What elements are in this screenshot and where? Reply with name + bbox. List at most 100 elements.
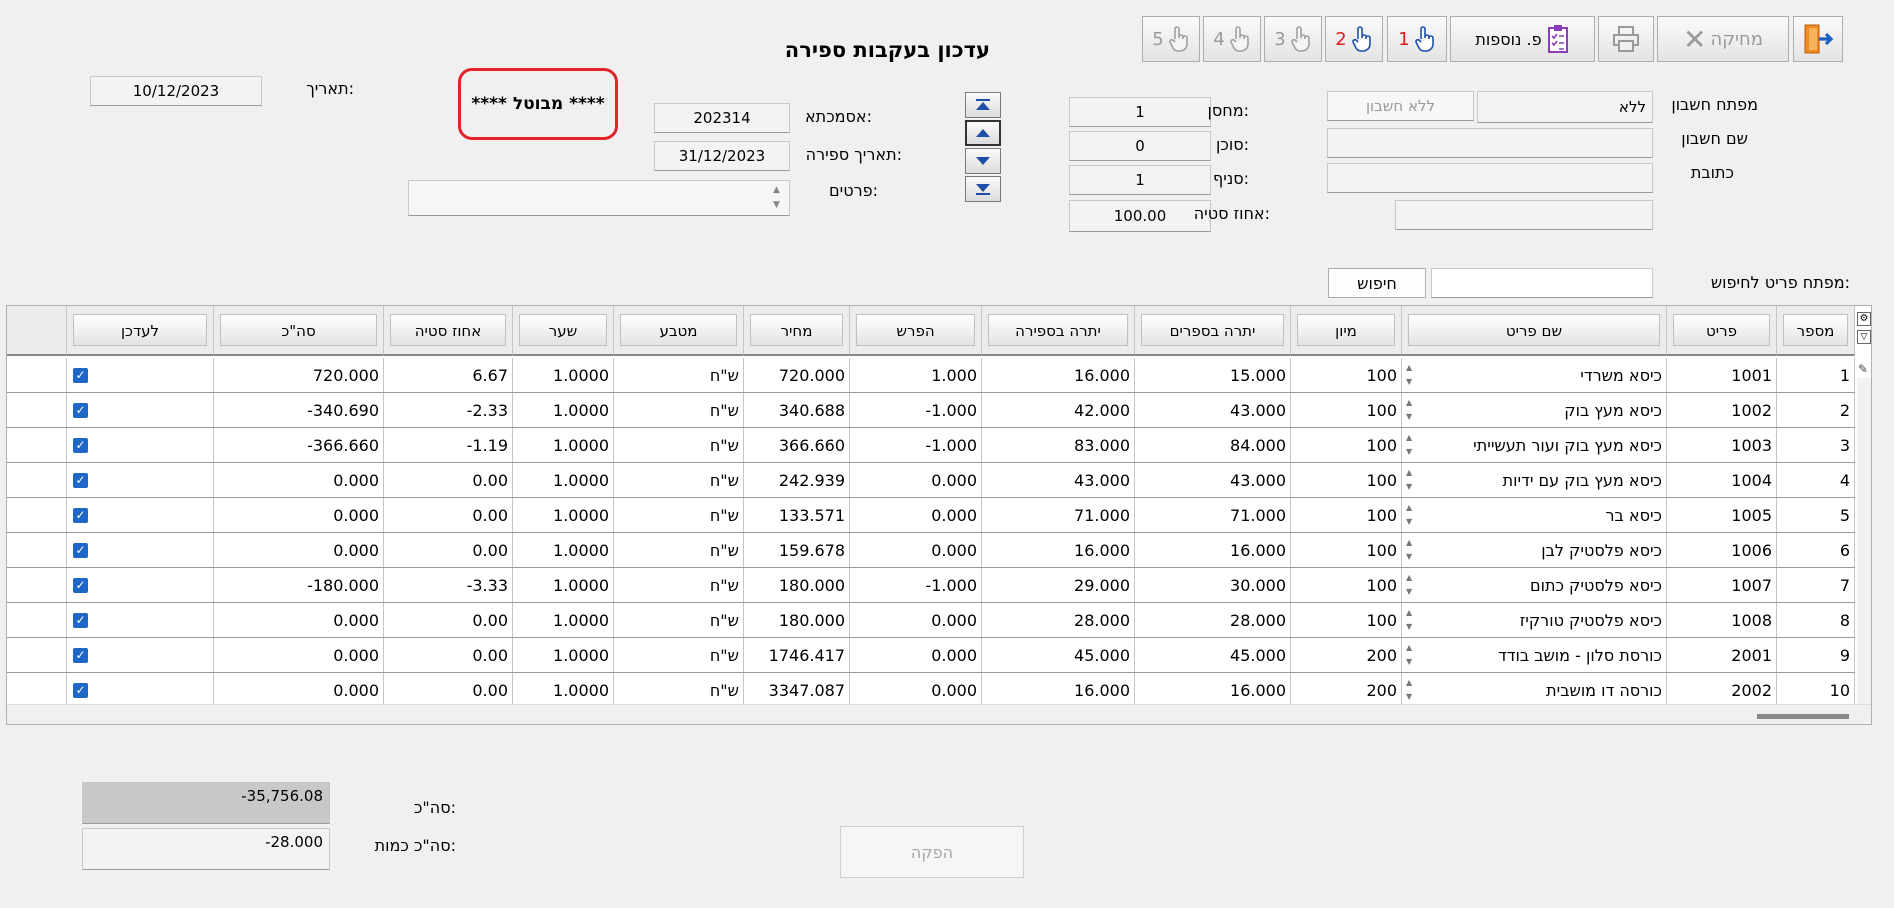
table-row[interactable]: 5 1005 כיסא בר ▲ ▼ 100 71.000 71.000 0.000 133.57… <box>7 498 1855 533</box>
cell-deviation[interactable]: 0.00 <box>384 498 513 532</box>
cell-sort[interactable]: 100 <box>1291 603 1402 637</box>
agent-field[interactable]: 0 <box>1069 131 1211 161</box>
cell-spin-arrows-icon[interactable]: ▲ ▼ <box>1406 361 1412 389</box>
cell-book-balance[interactable]: 43.000 <box>1135 393 1291 427</box>
table-row[interactable]: 6 1006 כיסא פלסטיק לבן ▲ ▼ 100 16.000 16.000 0.0… <box>7 533 1855 568</box>
produce-button[interactable]: הפקה <box>840 826 1024 878</box>
search-button[interactable]: חיפוש <box>1328 268 1426 298</box>
cell-total[interactable]: 0.000 <box>214 498 384 532</box>
cell-sort[interactable]: 100 <box>1291 463 1402 497</box>
table-row[interactable]: 2 1002 כיסא מעץ בוק ▲ ▼ 100 43.000 42.000 -1.000… <box>7 393 1855 428</box>
cell-total[interactable]: 0.000 <box>214 533 384 567</box>
cell-currency[interactable]: ש"ח <box>614 498 744 532</box>
cell-total[interactable]: -180.000 <box>214 568 384 602</box>
col-header-rate[interactable]: שער <box>513 306 614 356</box>
cell-price[interactable]: 180.000 <box>744 568 850 602</box>
cell-spin-arrows-icon[interactable]: ▲ ▼ <box>1406 466 1412 494</box>
table-row[interactable]: 7 1007 כיסא פלסטיק כתום ▲ ▼ 100 30.000 29.000 -1… <box>7 568 1855 603</box>
table-row[interactable]: 10 2002 כורסה דו מושבית ▲ ▼ 200 16.000 16.000 0.… <box>7 673 1855 708</box>
cell-difference[interactable]: -1.000 <box>850 568 982 602</box>
branch-field[interactable]: 1 <box>1069 165 1211 195</box>
horizontal-scroll-thumb[interactable] <box>1757 714 1849 719</box>
cell-difference[interactable]: -1.000 <box>850 428 982 462</box>
cell-number[interactable]: 8 <box>1777 603 1855 637</box>
cell-item-name[interactable]: כיסא מעץ בוק ועור תעשייתי ▲ ▼ <box>1402 428 1667 462</box>
cell-price[interactable]: 366.660 <box>744 428 850 462</box>
cell-item-name[interactable]: כיסא פלסטיק כתום ▲ ▼ <box>1402 568 1667 602</box>
cell-item-name[interactable]: כיסא פלסטיק טורקיז ▲ ▼ <box>1402 603 1667 637</box>
col-header-total[interactable]: סה"כ <box>214 306 384 356</box>
cell-difference[interactable]: 1.000 <box>850 358 982 392</box>
cell-item-name[interactable]: כיסא פלסטיק לבן ▲ ▼ <box>1402 533 1667 567</box>
cell-currency[interactable]: ש"ח <box>614 568 744 602</box>
item-search-input[interactable] <box>1431 268 1653 298</box>
col-header-item-name[interactable]: שם פריט <box>1402 306 1667 356</box>
col-header-update[interactable]: לעדכן <box>67 306 214 356</box>
cell-spin-arrows-icon[interactable]: ▲ ▼ <box>1406 431 1412 459</box>
cell-difference[interactable]: 0.000 <box>850 603 982 637</box>
cell-count-balance[interactable]: 16.000 <box>982 358 1135 392</box>
cell-rate[interactable]: 1.0000 <box>513 463 614 497</box>
cell-spin-arrows-icon[interactable]: ▲ ▼ <box>1406 501 1412 529</box>
nav-prev-button[interactable] <box>965 120 1001 146</box>
cell-price[interactable]: 340.688 <box>744 393 850 427</box>
cell-currency[interactable]: ש"ח <box>614 428 744 462</box>
update-checkbox[interactable]: ✓ <box>73 612 88 628</box>
cell-currency[interactable]: ש"ח <box>614 358 744 392</box>
cell-rate[interactable]: 1.0000 <box>513 358 614 392</box>
cell-price[interactable]: 242.939 <box>744 463 850 497</box>
cell-deviation[interactable]: 0.00 <box>384 463 513 497</box>
cell-rate[interactable]: 1.0000 <box>513 638 614 672</box>
cell-rate[interactable]: 1.0000 <box>513 568 614 602</box>
cell-rate[interactable]: 1.0000 <box>513 428 614 462</box>
more-functions-button[interactable]: פ. נוספות <box>1450 16 1595 62</box>
cell-deviation[interactable]: -1.19 <box>384 428 513 462</box>
cell-currency[interactable]: ש"ח <box>614 673 744 707</box>
cell-book-balance[interactable]: 15.000 <box>1135 358 1291 392</box>
details-scroll-arrows[interactable]: ▲ ▼ <box>773 183 780 213</box>
cell-spin-arrows-icon[interactable]: ▲ ▼ <box>1406 606 1412 634</box>
cell-item-name[interactable]: כיסא בר ▲ ▼ <box>1402 498 1667 532</box>
cell-price[interactable]: 1746.417 <box>744 638 850 672</box>
cell-total[interactable]: 720.000 <box>214 358 384 392</box>
cell-currency[interactable]: ש"ח <box>614 463 744 497</box>
cell-sort[interactable]: 200 <box>1291 673 1402 707</box>
update-checkbox[interactable]: ✓ <box>73 577 88 593</box>
col-header-price[interactable]: מחיר <box>744 306 850 356</box>
cell-sort[interactable]: 100 <box>1291 568 1402 602</box>
cell-total[interactable]: 0.000 <box>214 673 384 707</box>
cell-book-balance[interactable]: 28.000 <box>1135 603 1291 637</box>
col-header-difference[interactable]: הפרש <box>850 306 982 356</box>
hand-button-5[interactable]: 5 <box>1142 16 1200 62</box>
cell-difference[interactable]: 0.000 <box>850 638 982 672</box>
cell-currency[interactable]: ש"ח <box>614 603 744 637</box>
col-header-sort[interactable]: מיון <box>1291 306 1402 356</box>
cell-number[interactable]: 5 <box>1777 498 1855 532</box>
grid-horizontal-scrollbar[interactable] <box>7 704 1871 724</box>
cell-item[interactable]: 1004 <box>1667 463 1777 497</box>
cell-deviation[interactable]: -3.33 <box>384 568 513 602</box>
hand-button-3[interactable]: 3 <box>1264 16 1322 62</box>
cell-item-name[interactable]: כורסה דו מושבית ▲ ▼ <box>1402 673 1667 707</box>
update-checkbox[interactable]: ✓ <box>73 472 88 488</box>
cell-count-balance[interactable]: 16.000 <box>982 533 1135 567</box>
cell-difference[interactable]: 0.000 <box>850 673 982 707</box>
col-header-currency[interactable]: מטבע <box>614 306 744 356</box>
cell-item-name[interactable]: כיסא מעץ בוק עם ידיות ▲ ▼ <box>1402 463 1667 497</box>
cell-deviation[interactable]: 0.00 <box>384 638 513 672</box>
cell-deviation[interactable]: 6.67 <box>384 358 513 392</box>
cell-number[interactable]: 4 <box>1777 463 1855 497</box>
cell-number[interactable]: 3 <box>1777 428 1855 462</box>
cell-price[interactable]: 3347.087 <box>744 673 850 707</box>
table-row[interactable]: 4 1004 כיסא מעץ בוק עם ידיות ▲ ▼ 100 43.000 43.… <box>7 463 1855 498</box>
account-name-field[interactable] <box>1327 128 1653 158</box>
address2-field[interactable] <box>1395 200 1653 230</box>
col-header-count-balance[interactable]: יתרה בספירה <box>982 306 1135 356</box>
cell-currency[interactable]: ש"ח <box>614 638 744 672</box>
account-key-field[interactable]: ללא <box>1477 91 1653 123</box>
cell-count-balance[interactable]: 71.000 <box>982 498 1135 532</box>
col-header-book-balance[interactable]: יתרה בספרים <box>1135 306 1291 356</box>
cell-count-balance[interactable]: 45.000 <box>982 638 1135 672</box>
address-field[interactable] <box>1327 163 1653 193</box>
cell-item-name[interactable]: כורסת סלון - מושב בודד ▲ ▼ <box>1402 638 1667 672</box>
